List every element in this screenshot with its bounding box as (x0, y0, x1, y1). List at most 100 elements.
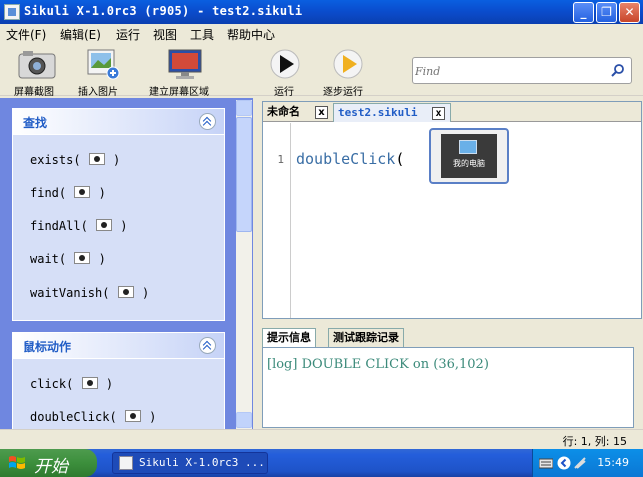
scroll-down-icon[interactable] (236, 412, 252, 428)
minimize-button[interactable]: _ (573, 2, 594, 23)
clock: 15:49 (597, 456, 629, 469)
cmd-suffix: ) (105, 377, 114, 391)
cmd-waitvanish[interactable]: waitVanish( ) (30, 286, 149, 300)
insert-image-button[interactable]: 插入图片 (72, 48, 124, 98)
cmd-label: waitVanish( (30, 286, 110, 300)
camera-icon[interactable] (81, 377, 98, 389)
menu-bar: 文件(F) 编辑(E) 运行 视图 工具 帮助中心 (0, 24, 643, 42)
close-icon[interactable]: x (315, 106, 328, 119)
pattern-thumbnail[interactable]: 我的电脑 (429, 128, 509, 184)
close-icon[interactable]: x (432, 107, 445, 120)
menu-edit[interactable]: 编辑(E) (60, 26, 101, 43)
tab-messages[interactable]: 提示信息 (262, 328, 316, 348)
run-button[interactable]: 运行 (266, 48, 302, 98)
cmd-label: click( (30, 377, 74, 391)
cmd-find[interactable]: find( ) (30, 186, 106, 200)
title-bar[interactable]: Sikuli X-1.0rc3 (r905) - test2.sikuli _ … (0, 0, 643, 24)
cmd-doubleclick[interactable]: doubleClick( ) (30, 410, 156, 424)
chevron-left-icon[interactable] (557, 456, 571, 470)
taskbar-sikuli[interactable]: Sikuli X-1.0rc3 ... (112, 452, 268, 474)
cmd-label: find( (30, 186, 67, 200)
cmd-findall[interactable]: findAll( ) (30, 219, 128, 233)
find-group-header[interactable]: 查找 (13, 109, 224, 135)
camera-icon[interactable] (74, 252, 91, 264)
network-icon[interactable] (573, 456, 587, 470)
panel-scrollbar[interactable] (236, 100, 252, 429)
line-number: 1 (277, 153, 284, 166)
cmd-label: findAll( (30, 219, 88, 233)
window-title: Sikuli X-1.0rc3 (r905) - test2.sikuli (24, 4, 303, 18)
run-label: 运行 (274, 87, 294, 98)
cmd-suffix: ) (149, 410, 157, 424)
sikuli-window: Sikuli X-1.0rc3 (r905) - test2.sikuli _ … (0, 0, 643, 449)
camera-icon[interactable] (124, 410, 141, 422)
cmd-label: doubleClick( (30, 410, 117, 424)
menu-tools[interactable]: 工具 (190, 26, 214, 43)
tab-test2[interactable]: test2.sikuli x (333, 103, 451, 122)
menu-run[interactable]: 运行 (116, 26, 140, 43)
camera-icon[interactable] (88, 153, 105, 165)
find-box[interactable] (412, 57, 632, 84)
cmd-suffix: ) (98, 186, 106, 200)
find-group: 查找 exists( ) find( ) findAll( ) wait( ) … (12, 108, 225, 321)
collapse-icon[interactable] (199, 113, 216, 130)
maximize-button[interactable]: ❐ (596, 2, 617, 23)
create-region-label: 建立屏幕区域 (149, 87, 209, 98)
my-computer-icon: 我的电脑 (441, 134, 497, 178)
create-region-button[interactable]: 建立屏幕区域 (146, 48, 212, 98)
command-panel: 查找 exists( ) find( ) findAll( ) wait( ) … (0, 98, 253, 442)
collapse-icon[interactable] (199, 337, 216, 354)
windows-flag-icon (9, 456, 25, 469)
code-function: doubleClick (296, 150, 396, 168)
status-bar: 行: 1, 列: 15 (0, 429, 643, 449)
play-icon (270, 49, 300, 79)
scroll-up-icon[interactable] (236, 100, 252, 116)
start-button[interactable]: 开始 (0, 449, 97, 477)
sikuli-app-icon (119, 456, 133, 470)
tab-label: test2.sikuli (338, 106, 418, 119)
mouse-group: 鼠标动作 click( ) doubleClick( ) (12, 332, 225, 442)
cmd-suffix: ) (120, 219, 128, 233)
cmd-exists[interactable]: exists( ) (30, 153, 120, 167)
tab-trace-log[interactable]: 测试跟踪记录 (328, 328, 404, 348)
tab-label: 未命名 (267, 105, 300, 118)
console-body[interactable]: [log] DOUBLE CLICK on (36,102) (262, 347, 634, 428)
cmd-suffix: ) (141, 286, 150, 300)
close-button[interactable]: ✕ (619, 2, 640, 23)
editor-tabs: 未命名 x test2.sikuli x (263, 102, 641, 122)
cmd-suffix: ) (98, 252, 106, 266)
menu-view[interactable]: 视图 (153, 26, 177, 43)
find-group-title: 查找 (23, 116, 48, 130)
cmd-label: wait( (30, 252, 67, 266)
cmd-wait[interactable]: wait( ) (30, 252, 106, 266)
screenshot-label: 屏幕截图 (14, 87, 54, 98)
image-caption: 我的电脑 (453, 159, 485, 168)
screenshot-button[interactable]: 屏幕截图 (8, 48, 60, 98)
taskbar: 开始 Sikuli X-1.0rc3 ... 15:49 (0, 449, 643, 477)
tab-untitled[interactable]: 未命名 x (263, 103, 333, 122)
menu-help[interactable]: 帮助中心 (227, 26, 275, 43)
find-input[interactable] (415, 62, 605, 80)
cmd-label: exists( (30, 153, 81, 167)
line-gutter: 1 (263, 123, 291, 318)
camera-icon[interactable] (96, 219, 113, 231)
camera-icon (18, 51, 56, 79)
step-run-button[interactable]: 逐步运行 (318, 48, 368, 98)
scroll-thumb[interactable] (236, 117, 252, 232)
search-icon[interactable] (611, 63, 625, 77)
camera-icon[interactable] (74, 186, 91, 198)
sikuli-app-icon (4, 4, 20, 20)
cmd-click[interactable]: click( ) (30, 377, 113, 391)
menu-file[interactable]: 文件(F) (6, 26, 46, 43)
keyboard-icon[interactable] (539, 456, 553, 470)
code-open-paren: ( (395, 150, 405, 168)
code-editor[interactable]: 未命名 x test2.sikuli x 1 doubleClick() 我的电… (262, 101, 642, 319)
mouse-group-header[interactable]: 鼠标动作 (13, 333, 224, 359)
message-console: 提示信息 测试跟踪记录 [log] DOUBLE CLICK on (36,10… (262, 328, 634, 428)
log-line: [log] DOUBLE CLICK on (36,102) (267, 357, 489, 372)
step-run-label: 逐步运行 (323, 87, 363, 98)
slow-play-icon (333, 49, 362, 79)
insert-image-icon (87, 49, 119, 80)
mouse-group-title: 鼠标动作 (23, 340, 72, 354)
camera-icon[interactable] (117, 286, 134, 298)
